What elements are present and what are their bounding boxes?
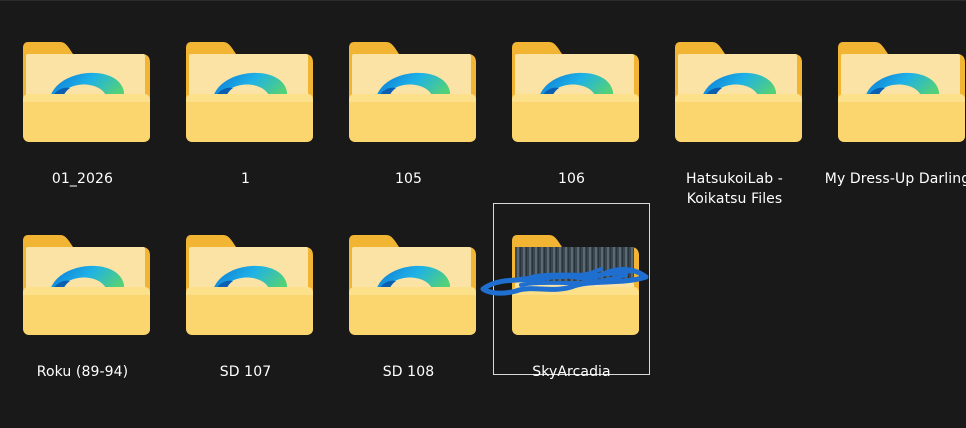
folder-name: SD 107 xyxy=(219,364,272,380)
file-explorer-view: 01_2026 1 105 106 HatsukoiLab - Koikatsu… xyxy=(0,0,966,428)
folder-item[interactable]: HatsukoiLab - Koikatsu Files xyxy=(656,10,813,207)
folder-icon xyxy=(22,233,151,336)
folder-icon xyxy=(185,233,314,336)
folder-item[interactable]: 106 xyxy=(493,10,650,187)
folder-item[interactable]: SD 108 xyxy=(330,203,487,380)
folder-icon xyxy=(674,40,803,143)
folder-name: Roku (89-94) xyxy=(36,364,129,380)
folder-name: 1 xyxy=(240,171,250,187)
folder-name: SkyArcadia xyxy=(532,364,611,380)
top-border xyxy=(0,0,966,1)
folder-icon xyxy=(22,40,151,143)
folder-item[interactable]: 105 xyxy=(330,10,487,187)
folder-item[interactable]: My Dress-Up Darling xyxy=(819,10,966,187)
folder-name: HatsukoiLab - Koikatsu Files xyxy=(686,171,783,207)
folder-item[interactable]: SD 107 xyxy=(167,203,324,380)
folder-icon xyxy=(348,233,477,336)
folder-name: 106 xyxy=(557,171,586,187)
folder-icon xyxy=(185,40,314,143)
folder-name: SD 108 xyxy=(382,364,435,380)
folder-icon xyxy=(348,40,477,143)
folder-item[interactable]: 1 xyxy=(167,10,324,187)
folder-icon xyxy=(480,233,649,336)
folder-name: 105 xyxy=(394,171,423,187)
folder-name: 01_2026 xyxy=(51,171,114,187)
folder-name: My Dress-Up Darling xyxy=(824,171,966,187)
folder-item-selected[interactable]: SkyArcadia xyxy=(480,203,650,380)
folder-item[interactable]: Roku (89-94) xyxy=(4,203,161,380)
folder-icon xyxy=(837,40,966,143)
folder-item[interactable]: 01_2026 xyxy=(4,10,161,187)
folder-icon xyxy=(511,40,640,143)
